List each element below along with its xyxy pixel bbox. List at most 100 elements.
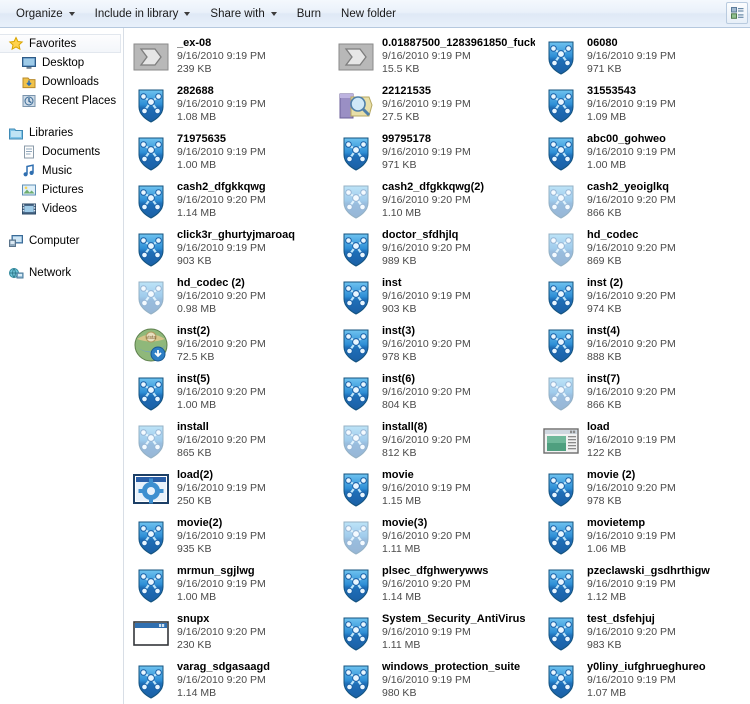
downloads-icon-glyph [22,77,36,88]
file-tile[interactable]: hd_codec (2) 9/16/2010 9:20 PM 0.98 MB [128,274,333,322]
file-tile[interactable]: movie(3) 9/16/2010 9:20 PM 1.11 MB [333,514,538,562]
file-size: 1.12 MB [587,591,627,603]
view-tiles-icon[interactable] [726,2,748,24]
chevron-down-icon [68,11,75,16]
file-name: inst [382,277,402,289]
file-tile[interactable]: y0liny_iufghrueghureo 9/16/2010 9:19 PM 1.… [538,658,743,704]
file-tile[interactable]: load 9/16/2010 9:19 PM 122 KB [538,418,743,466]
shield-icon [131,133,171,173]
file-tile[interactable]: inst(7) 9/16/2010 9:20 PM 866 KB [538,370,743,418]
file-tile[interactable]: _ex-08 9/16/2010 9:19 PM 239 KB [128,34,333,82]
file-name: y0liny_iufghrueghureo [587,661,706,673]
sidebar-item-pictures[interactable]: Pictures [0,180,123,199]
file-tile[interactable]: System_Security_AntiVirus 9/16/2010 9:19 … [333,610,538,658]
toolbar-share-with-button[interactable]: Share with [200,3,286,25]
file-size: 971 KB [587,63,622,75]
file-date: 9/16/2010 9:19 PM [587,50,676,62]
shield-icon [336,421,376,461]
file-tile[interactable]: windows_protection_suite 9/16/2010 9:19 P… [333,658,538,704]
sidebar-item-favorites[interactable]: Favorites [0,34,121,53]
file-tile[interactable]: doctor_sfdhjlq 9/16/2010 9:20 PM 989 KB [333,226,538,274]
sidebar-item-documents[interactable]: Documents [0,142,123,161]
file-tile[interactable]: movie(2) 9/16/2010 9:19 PM 935 KB [128,514,333,562]
file-tile[interactable]: cash2_yeoiglkq 9/16/2010 9:20 PM 866 KB [538,178,743,226]
sidebar-item-recent-places[interactable]: Recent Places [0,91,123,110]
file-size: 0.98 MB [177,303,217,315]
file-tile-text: 71975635 9/16/2010 9:19 PM 1.00 MB [177,132,266,172]
toolbar-burn-button[interactable]: Burn [287,3,331,25]
file-size: 1.00 MB [587,159,627,171]
file-tile[interactable]: inst 9/16/2010 9:19 PM 903 KB [333,274,538,322]
generic-file-icon [336,37,376,77]
sidebar-item-videos[interactable]: Videos [0,199,123,218]
file-tile[interactable]: movie (2) 9/16/2010 9:20 PM 978 KB [538,466,743,514]
file-tile[interactable]: plsec_dfghwerywws 9/16/2010 9:20 PM 1.14 M… [333,562,538,610]
file-tile[interactable]: hd_codec 9/16/2010 9:20 PM 869 KB [538,226,743,274]
file-tile-text: _ex-08 9/16/2010 9:19 PM 239 KB [177,36,266,76]
file-tile-text: windows_protection_suite 9/16/2010 9:19 P… [382,660,520,700]
file-date: 9/16/2010 9:20 PM [587,242,676,254]
file-size: 250 KB [177,495,212,507]
sidebar-item-desktop[interactable]: Desktop [0,53,123,72]
file-tile-text: abc00_gohweo 9/16/2010 9:19 PM 1.00 MB [587,132,676,172]
file-tile[interactable]: movie 9/16/2010 9:19 PM 1.15 MB [333,466,538,514]
file-tile[interactable]: 22121535 9/16/2010 9:19 PM 27.5 KB [333,82,538,130]
file-tile[interactable]: 06080 9/16/2010 9:19 PM 971 KB [538,34,743,82]
file-tile[interactable]: install(8) 9/16/2010 9:20 PM 812 KB [333,418,538,466]
generic-file-icon [131,37,171,77]
file-tile[interactable]: inst (2) 9/16/2010 9:20 PM 974 KB [538,274,743,322]
file-tile[interactable]: 99795178 9/16/2010 9:19 PM 971 KB [333,130,538,178]
file-name: cash2_dfgkkqwg [177,181,266,193]
file-list-pane[interactable]: _ex-08 9/16/2010 9:19 PM 239 KB 0.01887500_… [124,28,750,704]
file-tile[interactable]: mrmun_sgjlwg 9/16/2010 9:19 PM 1.00 MB [128,562,333,610]
file-date: 9/16/2010 9:19 PM [382,146,471,158]
icon-glyph [343,665,369,699]
icon-glyph [343,137,369,171]
shield-icon [541,517,581,557]
file-tile[interactable]: 71975635 9/16/2010 9:19 PM 1.00 MB [128,130,333,178]
file-tile[interactable]: test_dsfehjuj 9/16/2010 9:20 PM 983 KB [538,610,743,658]
file-tile[interactable]: vista inst(2) 9/16/2010 9:20 PM 72.5 KB [128,322,333,370]
file-tile[interactable]: inst(6) 9/16/2010 9:20 PM 804 KB [333,370,538,418]
sidebar-item-downloads[interactable]: Downloads [0,72,123,91]
file-tile[interactable]: 31553543 9/16/2010 9:19 PM 1.09 MB [538,82,743,130]
file-size: 1.11 MB [382,639,421,651]
toolbar-right-group [726,2,748,24]
file-tile[interactable]: varag_sdgasaagd 9/16/2010 9:20 PM 1.14 MB [128,658,333,704]
sidebar-item-label: Libraries [29,126,74,139]
toolbar-new-folder-button[interactable]: New folder [331,3,406,25]
file-tile[interactable]: abc00_gohweo 9/16/2010 9:19 PM 1.00 MB [538,130,743,178]
sidebar-item-network[interactable]: Network [0,263,123,282]
file-tile[interactable]: install 9/16/2010 9:20 PM 865 KB [128,418,333,466]
file-tile[interactable]: pzeclawski_gsdhrthigw 9/16/2010 9:19 PM 1.… [538,562,743,610]
file-tile[interactable]: 282688 9/16/2010 9:19 PM 1.08 MB [128,82,333,130]
music-icon [21,163,37,179]
file-name: _ex-08 [177,37,212,49]
file-tile-text: mrmun_sgjlwg 9/16/2010 9:19 PM 1.00 MB [177,564,266,604]
videos-icon [21,201,37,217]
file-date: 9/16/2010 9:19 PM [587,98,676,110]
file-tile[interactable]: cash2_dfgkkqwg 9/16/2010 9:20 PM 1.14 MB [128,178,333,226]
file-tile[interactable]: movietemp 9/16/2010 9:19 PM 1.06 MB [538,514,743,562]
libraries-icon [8,125,24,141]
file-date: 9/16/2010 9:19 PM [587,434,676,446]
file-tile[interactable]: inst(4) 9/16/2010 9:20 PM 888 KB [538,322,743,370]
icon-glyph [548,569,574,603]
file-tile[interactable]: cash2_dfgkkqwg(2) 9/16/2010 9:20 PM 1.10 M… [333,178,538,226]
file-tile[interactable]: inst(5) 9/16/2010 9:20 PM 1.00 MB [128,370,333,418]
file-tile[interactable]: click3r_ghurtyjmaroaq 9/16/2010 9:19 PM 90… [128,226,333,274]
icon-glyph [138,569,164,603]
toolbar-organize-button[interactable]: Organize [6,3,85,25]
file-tile[interactable]: load(2) 9/16/2010 9:19 PM 250 KB [128,466,333,514]
file-tile-text: plsec_dfghwerywws 9/16/2010 9:20 PM 1.14 M… [382,564,488,604]
icon-glyph [548,329,574,363]
toolbar-include-in-library-button[interactable]: Include in library [85,3,201,25]
file-tile[interactable]: 0.01887500_1283961850_fuckemall9/16/2010… [333,34,538,82]
file-tile[interactable]: snupx 9/16/2010 9:20 PM 230 KB [128,610,333,658]
sidebar-item-label: Music [42,164,73,177]
sidebar-item-computer[interactable]: Computer [0,231,123,250]
file-tile[interactable]: inst(3) 9/16/2010 9:20 PM 978 KB [333,322,538,370]
sidebar-item-music[interactable]: Music [0,161,123,180]
sidebar-item-libraries[interactable]: Libraries [0,123,123,142]
icon-glyph [343,185,369,219]
